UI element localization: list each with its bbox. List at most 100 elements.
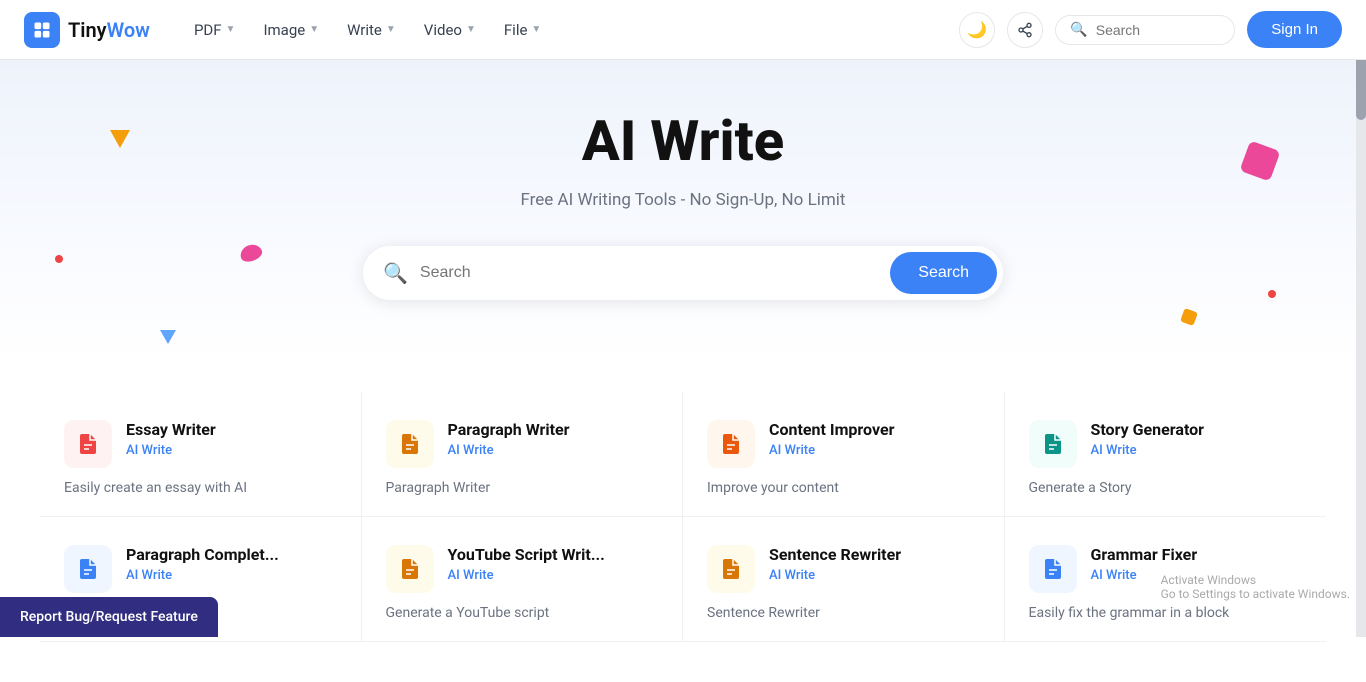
chevron-down-icon: ▼ xyxy=(466,24,476,35)
deco-dot-red2 xyxy=(1268,290,1276,298)
hero-search-icon: 🔍 xyxy=(383,261,408,285)
tool-header: Story Generator AI Write xyxy=(1029,420,1303,468)
logo-text: TinyWow xyxy=(68,18,150,42)
tool-card[interactable]: YouTube Script Writ... AI Write Generate… xyxy=(362,517,684,642)
nav-item-file[interactable]: File ▼ xyxy=(492,13,553,47)
tool-name: YouTube Script Writ... xyxy=(448,545,659,564)
navbar: TinyWow PDF ▼ Image ▼ Write ▼ Video ▼ Fi… xyxy=(0,0,1366,60)
tool-desc: Generate a YouTube script xyxy=(386,605,659,621)
tool-name: Grammar Fixer xyxy=(1091,545,1303,564)
chevron-down-icon: ▼ xyxy=(531,24,541,35)
tool-name: Essay Writer xyxy=(126,420,337,439)
tool-icon xyxy=(64,420,112,468)
tool-desc: Easily fix the grammar in a block xyxy=(1029,605,1303,621)
document-icon xyxy=(398,432,422,456)
tool-icon xyxy=(386,545,434,593)
document-icon xyxy=(398,557,422,581)
nav-menu: PDF ▼ Image ▼ Write ▼ Video ▼ File ▼ xyxy=(182,13,959,47)
deco-dot-red xyxy=(55,255,63,263)
chevron-down-icon: ▼ xyxy=(226,24,236,35)
tool-header: Content Improver AI Write xyxy=(707,420,980,468)
tool-header: YouTube Script Writ... AI Write xyxy=(386,545,659,593)
tool-card[interactable]: Essay Writer AI Write Easily create an e… xyxy=(40,392,362,517)
hero-search-input[interactable] xyxy=(420,264,878,282)
tool-card[interactable]: Sentence Rewriter AI Write Sentence Rewr… xyxy=(683,517,1005,642)
tool-header: Paragraph Writer AI Write xyxy=(386,420,659,468)
document-icon xyxy=(76,432,100,456)
dark-mode-button[interactable]: 🌙 xyxy=(959,12,995,48)
hero-subtitle: Free AI Writing Tools - No Sign-Up, No L… xyxy=(24,190,1342,210)
nav-search-input[interactable] xyxy=(1096,22,1221,38)
tool-icon xyxy=(1029,420,1077,468)
tool-icon xyxy=(707,545,755,593)
tool-category: AI Write xyxy=(126,443,337,458)
tool-name: Paragraph Writer xyxy=(448,420,659,439)
deco-square-yellow xyxy=(1180,308,1198,326)
tool-header: Grammar Fixer AI Write xyxy=(1029,545,1303,593)
tool-card[interactable]: Story Generator AI Write Generate a Stor… xyxy=(1005,392,1327,517)
nav-item-video[interactable]: Video ▼ xyxy=(412,13,488,47)
tool-icon xyxy=(707,420,755,468)
tools-grid: Essay Writer AI Write Easily create an e… xyxy=(40,392,1326,642)
document-icon xyxy=(1041,557,1065,581)
document-icon xyxy=(719,432,743,456)
search-icon: 🔍 xyxy=(1070,22,1087,38)
share-icon xyxy=(1017,22,1033,38)
document-icon xyxy=(76,557,100,581)
nav-item-pdf[interactable]: PDF ▼ xyxy=(182,13,248,47)
tool-desc: Paragraph Writer xyxy=(386,480,659,496)
logo[interactable]: TinyWow xyxy=(24,12,150,48)
page-title: AI Write xyxy=(24,108,1342,174)
chevron-down-icon: ▼ xyxy=(386,24,396,35)
tool-info: YouTube Script Writ... AI Write xyxy=(448,545,659,583)
tool-name: Content Improver xyxy=(769,420,980,439)
tool-category: AI Write xyxy=(448,443,659,458)
tool-desc: Generate a Story xyxy=(1029,480,1303,496)
share-button[interactable] xyxy=(1007,12,1043,48)
logo-icon xyxy=(24,12,60,48)
tool-category: AI Write xyxy=(769,568,980,583)
nav-search-bar[interactable]: 🔍 xyxy=(1055,15,1235,45)
sign-in-button[interactable]: Sign In xyxy=(1247,11,1342,48)
tool-card[interactable]: Grammar Fixer AI Write Easily fix the gr… xyxy=(1005,517,1327,642)
nav-item-write[interactable]: Write ▼ xyxy=(335,13,408,47)
deco-blob-pink xyxy=(238,242,264,265)
tool-desc: Sentence Rewriter xyxy=(707,605,980,621)
tool-header: Essay Writer AI Write xyxy=(64,420,337,468)
chevron-down-icon: ▼ xyxy=(309,24,319,35)
tool-desc: Improve your content xyxy=(707,480,980,496)
tool-card[interactable]: Paragraph Writer AI Write Paragraph Writ… xyxy=(362,392,684,517)
hero-search-button[interactable]: Search xyxy=(890,252,997,294)
nav-right: 🌙 🔍 Sign In xyxy=(959,11,1342,48)
tool-icon xyxy=(386,420,434,468)
hero-search-bar: 🔍 Search xyxy=(363,246,1003,300)
tool-info: Story Generator AI Write xyxy=(1091,420,1303,458)
tool-info: Paragraph Complet... AI Write xyxy=(126,545,337,583)
logo-svg xyxy=(32,20,52,40)
tool-desc: Easily create an essay with AI xyxy=(64,480,337,496)
tool-info: Paragraph Writer AI Write xyxy=(448,420,659,458)
tool-info: Grammar Fixer AI Write xyxy=(1091,545,1303,583)
tool-header: Paragraph Complet... AI Write xyxy=(64,545,337,593)
tool-info: Sentence Rewriter AI Write xyxy=(769,545,980,583)
tool-category: AI Write xyxy=(126,568,337,583)
hero-section: AI Write Free AI Writing Tools - No Sign… xyxy=(0,60,1366,360)
tool-name: Sentence Rewriter xyxy=(769,545,980,564)
tool-card[interactable]: Content Improver AI Write Improve your c… xyxy=(683,392,1005,517)
tool-header: Sentence Rewriter AI Write xyxy=(707,545,980,593)
tool-name: Paragraph Complet... xyxy=(126,545,337,564)
document-icon xyxy=(719,557,743,581)
tool-name: Story Generator xyxy=(1091,420,1303,439)
tool-category: AI Write xyxy=(769,443,980,458)
tool-category: AI Write xyxy=(1091,443,1303,458)
tool-category: AI Write xyxy=(1091,568,1303,583)
tool-icon xyxy=(64,545,112,593)
tool-icon xyxy=(1029,545,1077,593)
deco-triangle-blue xyxy=(160,330,176,344)
scrollbar-track xyxy=(1356,0,1366,637)
tool-info: Essay Writer AI Write xyxy=(126,420,337,458)
tool-info: Content Improver AI Write xyxy=(769,420,980,458)
report-bug-bar[interactable]: Report Bug/Request Feature xyxy=(0,597,218,637)
document-icon xyxy=(1041,432,1065,456)
nav-item-image[interactable]: Image ▼ xyxy=(251,13,331,47)
